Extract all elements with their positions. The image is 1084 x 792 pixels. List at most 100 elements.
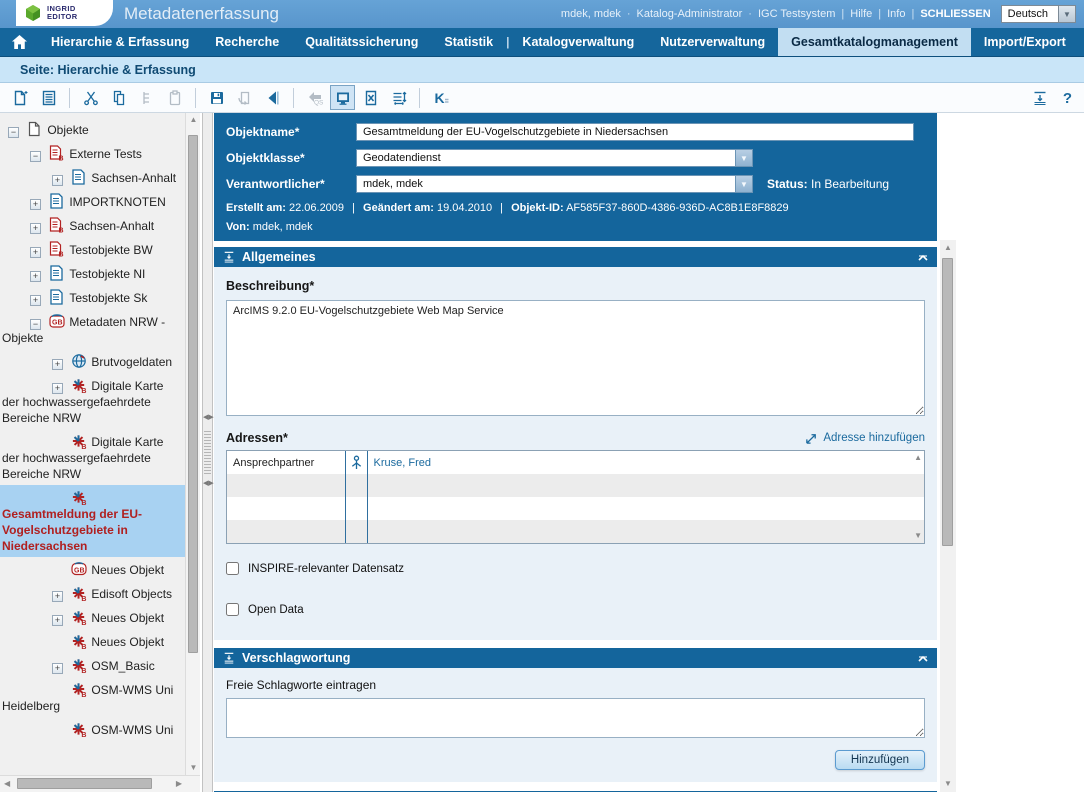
- expand-expander-icon[interactable]: [52, 359, 63, 370]
- expand-expander-icon[interactable]: [52, 383, 63, 394]
- document-published-icon: [49, 193, 64, 209]
- objektklasse-select[interactable]: [356, 149, 736, 167]
- expand-tree-button[interactable]: [386, 85, 411, 110]
- add-address-link[interactable]: Adresse hinzufügen: [805, 432, 925, 445]
- tree-item-sachsen-anhalt-1[interactable]: Sachsen-Anhalt: [0, 165, 185, 189]
- tree-item-neues-objekt-2[interactable]: B Neues Objekt: [0, 605, 185, 629]
- opendata-checkbox[interactable]: [226, 603, 239, 616]
- expand-expander-icon[interactable]: [30, 199, 41, 210]
- nav-item-recherche[interactable]: Recherche: [202, 28, 292, 56]
- expand-expander-icon[interactable]: [52, 663, 63, 674]
- tree-item-digitale-karte-2[interactable]: B Digitale Karte der hochwassergefaehrde…: [0, 429, 185, 485]
- expand-all-sections-button[interactable]: [1028, 86, 1053, 111]
- preview-document-button[interactable]: [36, 85, 61, 110]
- expand-expander-icon[interactable]: [52, 591, 63, 602]
- tree-item-osm-wms-uni[interactable]: B OSM-WMS Uni: [0, 717, 185, 741]
- scroll-up-arrow[interactable]: ▲: [186, 116, 201, 124]
- catalog-compare-button[interactable]: K: [428, 85, 453, 110]
- objektklasse-dropdown-button[interactable]: ▼: [736, 149, 753, 167]
- tree-item-externe-tests[interactable]: B Externe Tests: [0, 141, 185, 165]
- tree-item-metadaten-nrw[interactable]: GB Metadaten NRW - Objekte: [0, 309, 185, 349]
- tree-item-neues-objekt-3[interactable]: B Neues Objekt: [0, 629, 185, 653]
- tree-item-digitale-karte-1[interactable]: B Digitale Karte der hochwassergefaehrde…: [0, 373, 185, 429]
- tree-item-importknoten[interactable]: IMPORTKNOTEN: [0, 189, 185, 213]
- language-dropdown-button[interactable]: ▼: [1059, 5, 1076, 23]
- address-row-empty[interactable]: [227, 520, 924, 543]
- collapse-section-icon[interactable]: [917, 252, 929, 262]
- address-row[interactable]: Ansprechpartner Kruse, Fred: [227, 451, 924, 474]
- nav-item-import-export[interactable]: Import/Export: [971, 28, 1079, 56]
- show-form-button[interactable]: [330, 85, 355, 110]
- delete-object-button[interactable]: [358, 85, 383, 110]
- expand-expander-icon[interactable]: [52, 615, 63, 626]
- sidebar-splitter[interactable]: ◀▶ ◀▶: [202, 113, 213, 792]
- address-row-empty[interactable]: [227, 497, 924, 520]
- tree-item-testobjekte-bw[interactable]: B Testobjekte BW: [0, 237, 185, 261]
- section-title: Verschlagwortung: [242, 651, 350, 665]
- tree-item-edisoft-objects[interactable]: B Edisoft Objects: [0, 581, 185, 605]
- verantwortlicher-select[interactable]: [356, 175, 736, 193]
- service-working-icon: B: [71, 585, 86, 601]
- collapse-expander-icon[interactable]: [30, 151, 41, 162]
- scroll-left-arrow[interactable]: ◀: [4, 780, 10, 788]
- add-keyword-button[interactable]: Hinzufügen: [835, 750, 925, 770]
- table-scroll-down-arrow[interactable]: ▼: [914, 532, 922, 540]
- new-object-button[interactable]: [8, 85, 33, 110]
- beschreibung-textarea[interactable]: ArcIMS 9.2.0 EU-Vogelschutzgebiete Web M…: [226, 300, 925, 416]
- address-row-empty[interactable]: [227, 474, 924, 497]
- help-icon[interactable]: ?: [1063, 90, 1072, 107]
- collapse-expander-icon[interactable]: [8, 127, 19, 138]
- collapse-expander-icon[interactable]: [30, 319, 41, 330]
- free-keywords-textarea[interactable]: [226, 698, 925, 738]
- nav-item-statistik[interactable]: Statistik: [431, 28, 506, 56]
- scroll-down-arrow[interactable]: ▼: [186, 764, 201, 772]
- expand-expander-icon[interactable]: [30, 271, 41, 282]
- tree-item-neues-objekt-1[interactable]: GB Neues Objekt: [0, 557, 185, 581]
- collapse-section-icon[interactable]: [917, 653, 929, 663]
- scroll-right-arrow[interactable]: ▶: [176, 780, 182, 788]
- nav-item-gesamtkatalogmanagement[interactable]: Gesamtkatalogmanagement: [778, 28, 971, 56]
- close-link[interactable]: SCHLIESSEN: [920, 8, 990, 20]
- scroll-down-arrow[interactable]: ▼: [940, 780, 956, 788]
- scrollbar-thumb[interactable]: [17, 778, 152, 789]
- tree-item-osm-basic[interactable]: B OSM_Basic: [0, 653, 185, 677]
- expand-expander-icon[interactable]: [30, 223, 41, 234]
- nav-item-hierarchie[interactable]: Hierarchie & Erfassung: [38, 28, 202, 56]
- scrollbar-thumb[interactable]: [942, 258, 953, 546]
- objektname-input[interactable]: [356, 123, 914, 141]
- verantwortlicher-dropdown-button[interactable]: ▼: [736, 175, 753, 193]
- home-button[interactable]: [0, 28, 38, 56]
- info-link[interactable]: Info: [887, 8, 905, 20]
- scrollbar-thumb[interactable]: [188, 135, 198, 653]
- splitter-collapse-arrows[interactable]: ◀▶: [203, 413, 212, 421]
- tree-item-brutvogeldaten[interactable]: Brutvogeldaten: [0, 349, 185, 373]
- table-scroll-up-arrow[interactable]: ▲: [914, 454, 922, 462]
- nav-item-katalogverwaltung[interactable]: Katalogverwaltung: [509, 28, 647, 56]
- expand-expander-icon[interactable]: [52, 175, 63, 186]
- save-button[interactable]: [204, 85, 229, 110]
- copy-button[interactable]: [106, 85, 131, 110]
- expand-expander-icon[interactable]: [30, 247, 41, 258]
- help-link[interactable]: Hilfe: [850, 8, 872, 20]
- language-select[interactable]: Deutsch: [1001, 5, 1059, 23]
- section-body-verschlagwortung: Freie Schlagworte eintragen Hinzufügen: [214, 668, 937, 782]
- tree-item-gesamtmeldung-selected[interactable]: B Gesamtmeldung der EU-Vogelschutzgebiet…: [0, 485, 185, 557]
- tree-item-objekte[interactable]: Objekte: [0, 117, 185, 141]
- nav-item-qualitaetssicherung[interactable]: Qualitätssicherung: [292, 28, 431, 56]
- splitter-collapse-arrows[interactable]: ◀▶: [203, 479, 212, 487]
- tree-item-sachsen-anhalt-2[interactable]: B Sachsen-Anhalt: [0, 213, 185, 237]
- tree-item-testobjekte-ni[interactable]: Testobjekte NI: [0, 261, 185, 285]
- address-name-cell[interactable]: Kruse, Fred: [367, 451, 924, 474]
- inspire-checkbox[interactable]: [226, 562, 239, 575]
- expand-expander-icon[interactable]: [30, 295, 41, 306]
- nav-item-nutzerverwaltung[interactable]: Nutzerverwaltung: [647, 28, 778, 56]
- scroll-up-arrow[interactable]: ▲: [940, 244, 956, 252]
- cut-button[interactable]: [78, 85, 103, 110]
- tree-item-osm-wms-heidelberg[interactable]: B OSM-WMS Uni Heidelberg: [0, 677, 185, 717]
- section-header-verschlagwortung[interactable]: Verschlagwortung: [214, 648, 937, 668]
- section-header-allgemeines[interactable]: Allgemeines: [214, 247, 937, 267]
- objektklasse-label: Objektklasse*: [226, 151, 356, 165]
- tree-item-testobjekte-sk[interactable]: Testobjekte Sk: [0, 285, 185, 309]
- back-button[interactable]: [260, 85, 285, 110]
- tree-item-label: Externe Tests: [69, 147, 141, 161]
